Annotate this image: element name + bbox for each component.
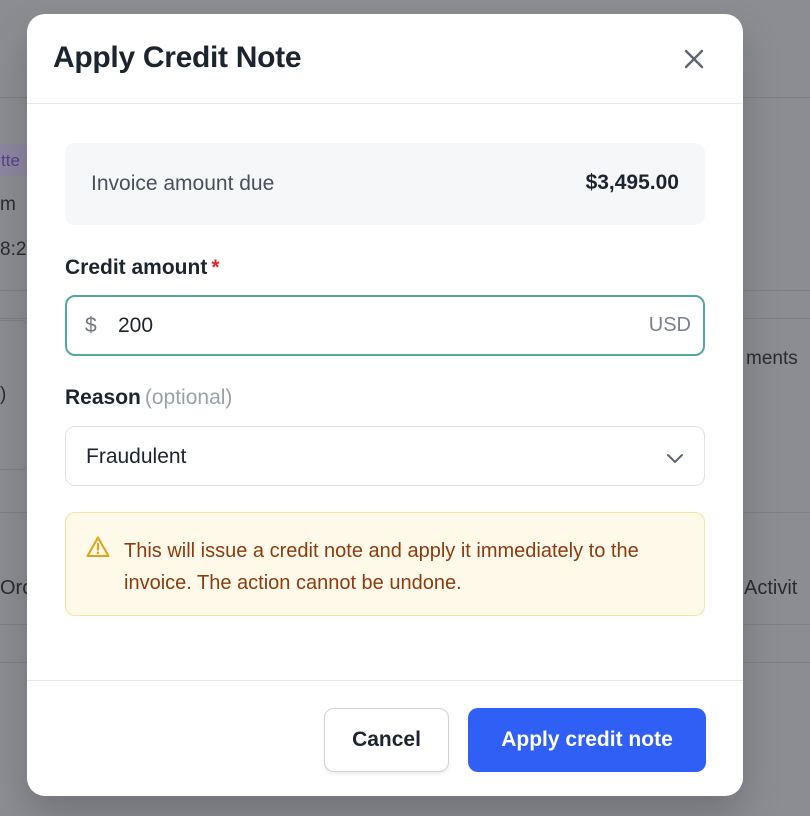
optional-hint: (optional) (144, 386, 233, 409)
warning-callout: This will issue a credit note and apply … (65, 512, 705, 616)
invoice-summary: Invoice amount due $3,495.00 (65, 143, 705, 225)
credit-amount-value[interactable]: 200 (118, 314, 153, 338)
bg-text: 8:2 (0, 239, 27, 260)
reason-selected-value: Fraudulent (86, 445, 187, 468)
bg-tab: Activit (744, 577, 798, 599)
dialog-title: Apply Credit Note (53, 41, 302, 74)
bg-text: ments (746, 348, 798, 369)
credit-amount-label-text: Credit amount (65, 256, 208, 279)
amount-due-value: $3,495.00 (585, 171, 679, 194)
bg-text: m (0, 194, 16, 215)
chevron-down-icon (667, 454, 683, 463)
reason-label-text: Reason (65, 386, 141, 409)
bg-text: ) (0, 384, 7, 405)
apply-credit-note-button[interactable]: Apply credit note (468, 708, 706, 772)
cancel-button[interactable]: Cancel (324, 708, 449, 772)
dialog-header: Apply Credit Note (27, 14, 743, 104)
dialog-footer: Cancel Apply credit note (27, 680, 743, 796)
reason-label: Reason (optional) (65, 386, 232, 410)
warning-text: This will issue a credit note and apply … (124, 540, 639, 594)
credit-amount-label: Credit amount * (65, 256, 220, 280)
apply-credit-note-dialog: Apply Credit Note Invoice amount due $3,… (27, 14, 743, 796)
summary-label: Invoice amount due (91, 172, 275, 195)
currency-suffix: USD (648, 314, 691, 336)
status-badge: tte (0, 144, 28, 176)
credit-amount-input[interactable]: $ 200 USD (65, 295, 705, 356)
currency-prefix: $ (85, 314, 97, 337)
reason-select[interactable]: Fraudulent (65, 426, 705, 486)
required-marker: * (211, 256, 220, 279)
close-button[interactable] (679, 44, 709, 74)
warning-icon (86, 536, 110, 557)
close-icon (684, 49, 704, 69)
